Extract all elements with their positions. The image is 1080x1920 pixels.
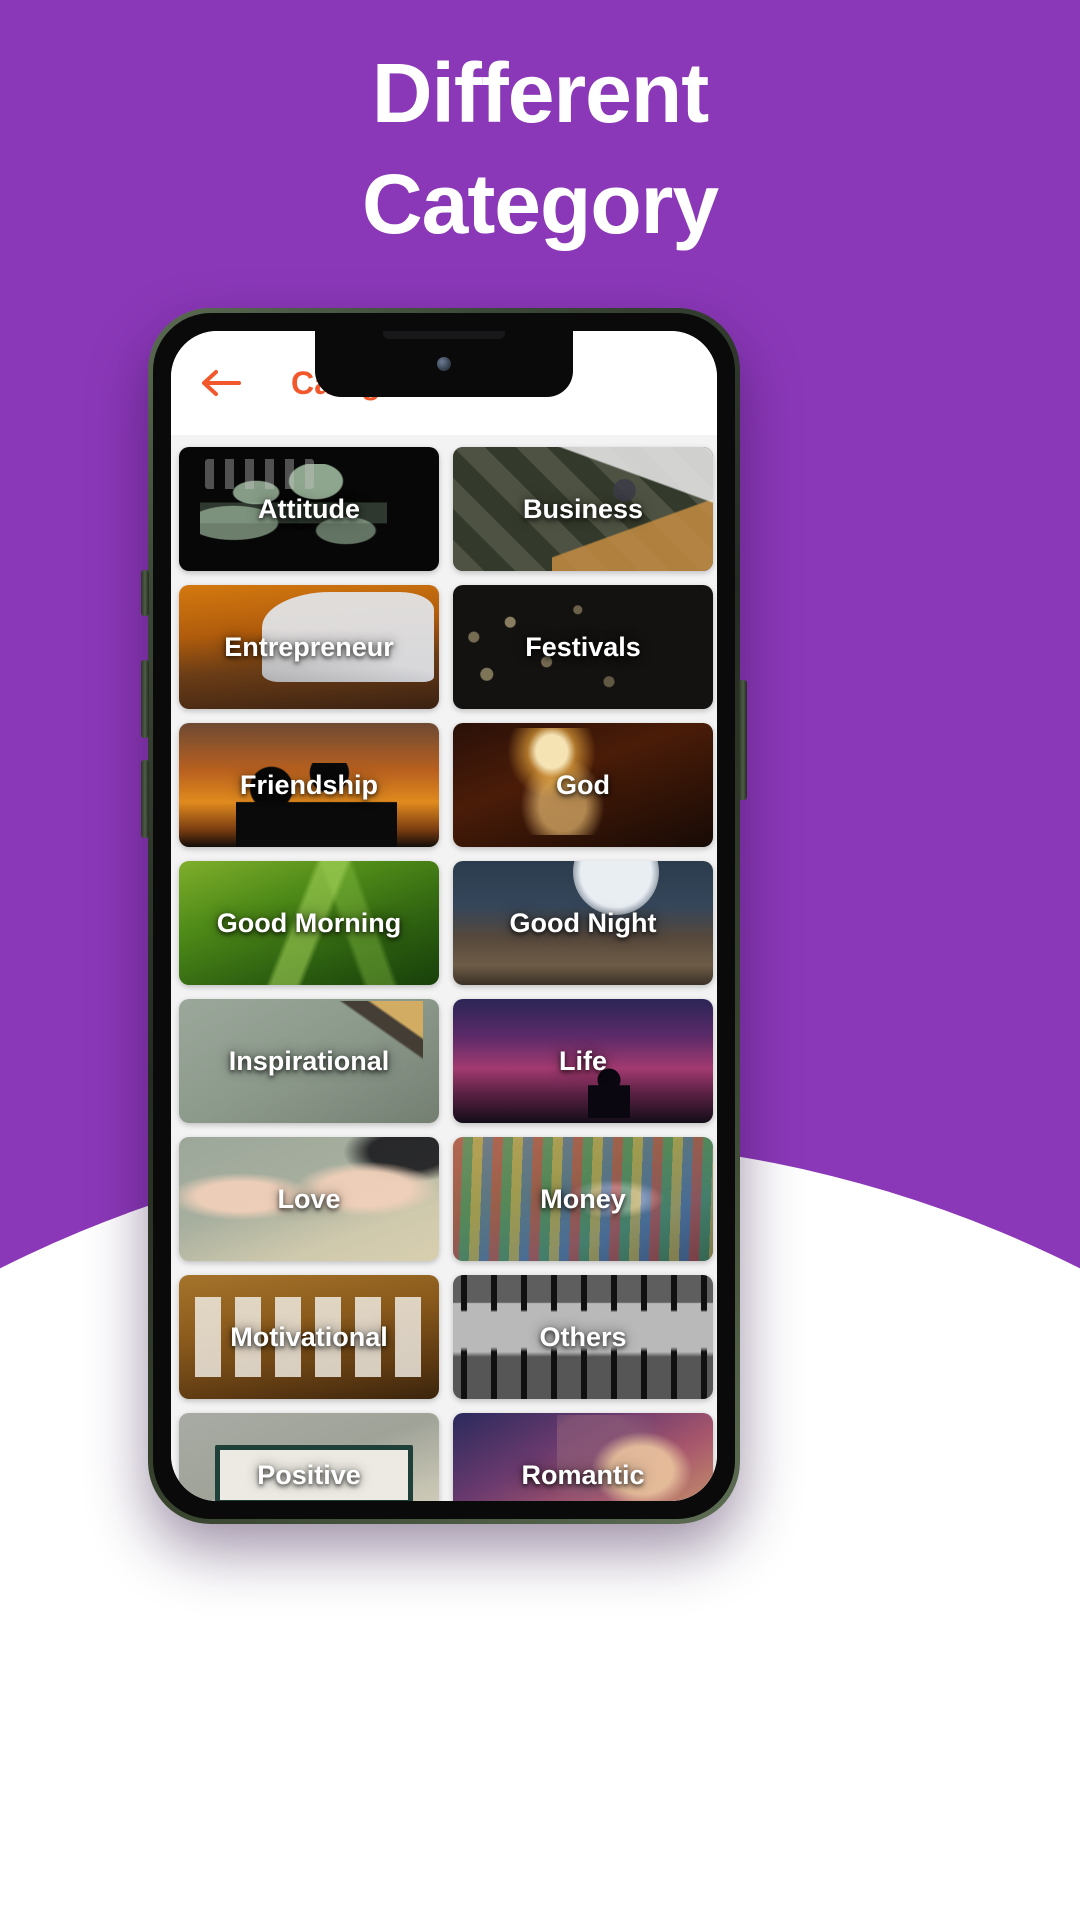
arrow-left-icon[interactable] (197, 366, 243, 400)
page-title: Different Category (0, 38, 1080, 260)
category-label: Others (539, 1321, 627, 1352)
headline-line-2: Category (361, 156, 719, 251)
phone-power-button[interactable] (739, 680, 747, 800)
category-label: Romantic (521, 1459, 645, 1490)
category-label: Life (558, 1045, 607, 1076)
categories-scroll-area[interactable]: Attitude Business Entrepreneur Festivals Fri… (171, 435, 717, 1501)
category-card[interactable]: Motivational (179, 1275, 439, 1399)
category-label: Inspirational (228, 1045, 390, 1076)
category-card[interactable]: Others (453, 1275, 713, 1399)
phone-mockup: Categories AttitudeBusinessEntrepreneurF… (141, 308, 747, 1524)
headline-line-1: Different (371, 46, 709, 140)
category-label: Business (522, 493, 644, 524)
earpiece-speaker-icon (383, 331, 505, 339)
phone-volume-down-button[interactable] (141, 760, 149, 838)
phone-volume-up-button[interactable] (141, 660, 149, 738)
category-label: Good Night (509, 907, 657, 938)
category-card[interactable]: Good Morning (179, 861, 439, 985)
category-card[interactable]: Business (453, 447, 713, 571)
category-label: Entrepreneur (224, 631, 394, 662)
category-card[interactable]: Romantic (453, 1413, 713, 1501)
category-card[interactable]: Love (179, 1137, 439, 1261)
category-label: God (556, 769, 610, 800)
category-label: Festivals (525, 631, 641, 662)
phone-screen: Categories AttitudeBusinessEntrepreneurF… (171, 331, 717, 1501)
category-card[interactable]: Money (453, 1137, 713, 1261)
category-card[interactable]: Inspirational (179, 999, 439, 1123)
categories-grid: Attitude Business Entrepreneur Festivals Fri… (171, 441, 717, 1501)
category-label: Friendship (239, 769, 378, 800)
category-card[interactable]: Good Night (453, 861, 713, 985)
category-card[interactable]: Positive (179, 1413, 439, 1501)
category-label: Love (277, 1183, 341, 1214)
category-label: Good Morning (216, 907, 402, 938)
category-label: Motivational (230, 1321, 388, 1352)
category-card[interactable]: Life (453, 999, 713, 1123)
phone-silent-switch[interactable] (141, 570, 149, 616)
category-card[interactable]: Attitude (179, 447, 439, 571)
category-label: Attitude (258, 493, 360, 524)
front-camera-icon (437, 357, 451, 371)
phone-body: Categories AttitudeBusinessEntrepreneurF… (153, 313, 735, 1519)
phone-notch (315, 331, 573, 397)
category-card[interactable]: Entrepreneur (179, 585, 439, 709)
category-card[interactable]: Friendship (179, 723, 439, 847)
category-card[interactable]: God (453, 723, 713, 847)
category-label: Positive (257, 1459, 361, 1490)
category-card[interactable]: Festivals (453, 585, 713, 709)
category-label: Money (540, 1183, 626, 1214)
